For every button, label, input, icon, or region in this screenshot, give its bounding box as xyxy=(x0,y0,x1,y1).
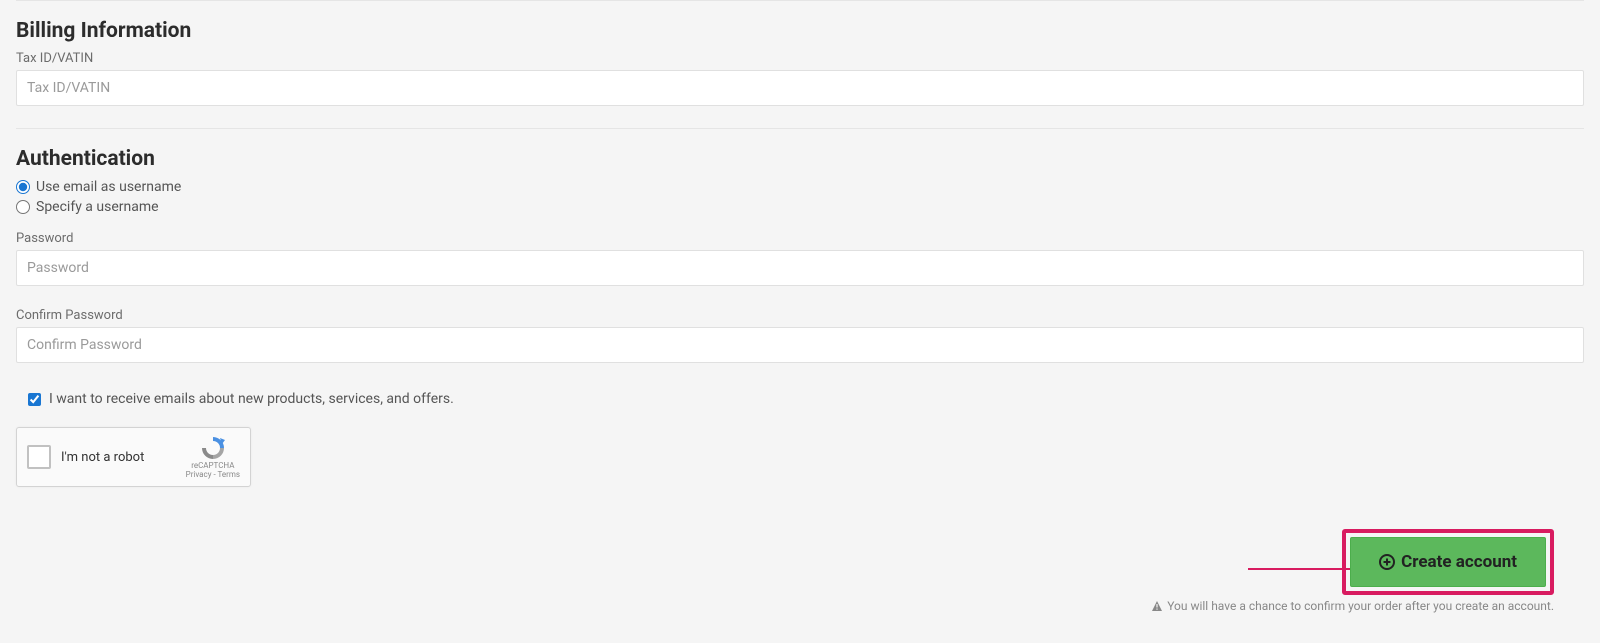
recaptcha-checkbox[interactable] xyxy=(27,445,51,469)
recaptcha-widget[interactable]: I'm not a robot reCAPTCHA Privacy - Term… xyxy=(16,427,251,487)
username-option-email-row[interactable]: Use email as username xyxy=(16,179,1584,195)
recaptcha-logo-icon xyxy=(200,435,226,461)
specify-username-radio-label[interactable]: Specify a username xyxy=(36,199,159,215)
password-label: Password xyxy=(16,231,1584,246)
specify-username-radio[interactable] xyxy=(16,200,30,214)
use-email-radio-label[interactable]: Use email as username xyxy=(36,179,181,195)
confirm-password-input[interactable] xyxy=(16,327,1584,363)
confirm-password-label: Confirm Password xyxy=(16,308,1584,323)
plus-circle-icon xyxy=(1379,554,1395,570)
create-account-button-label: Create account xyxy=(1401,552,1517,572)
section-divider-top xyxy=(16,0,1584,1)
tax-id-label: Tax ID/VATIN xyxy=(16,51,1584,66)
confirm-order-hint-text: You will have a chance to confirm your o… xyxy=(1167,599,1554,613)
tax-id-input[interactable] xyxy=(16,70,1584,106)
create-account-button[interactable]: Create account xyxy=(1350,537,1546,587)
billing-information-heading: Billing Information xyxy=(16,19,1584,43)
warning-icon xyxy=(1151,600,1163,612)
password-input[interactable] xyxy=(16,250,1584,286)
recaptcha-brand: reCAPTCHA Privacy - Terms xyxy=(186,435,240,480)
marketing-consent-row[interactable]: I want to receive emails about new produ… xyxy=(28,391,1584,407)
create-account-highlight-box: Create account xyxy=(1342,529,1554,595)
section-divider-auth xyxy=(16,128,1584,129)
use-email-radio[interactable] xyxy=(16,180,30,194)
recaptcha-terms-text: Privacy - Terms xyxy=(186,471,240,480)
username-option-specify-row[interactable]: Specify a username xyxy=(16,199,1584,215)
confirm-order-hint: You will have a chance to confirm your o… xyxy=(1151,599,1554,613)
recaptcha-label: I'm not a robot xyxy=(61,450,186,465)
authentication-heading: Authentication xyxy=(16,147,1584,171)
marketing-consent-checkbox[interactable] xyxy=(28,393,41,406)
marketing-consent-label[interactable]: I want to receive emails about new produ… xyxy=(49,391,454,407)
